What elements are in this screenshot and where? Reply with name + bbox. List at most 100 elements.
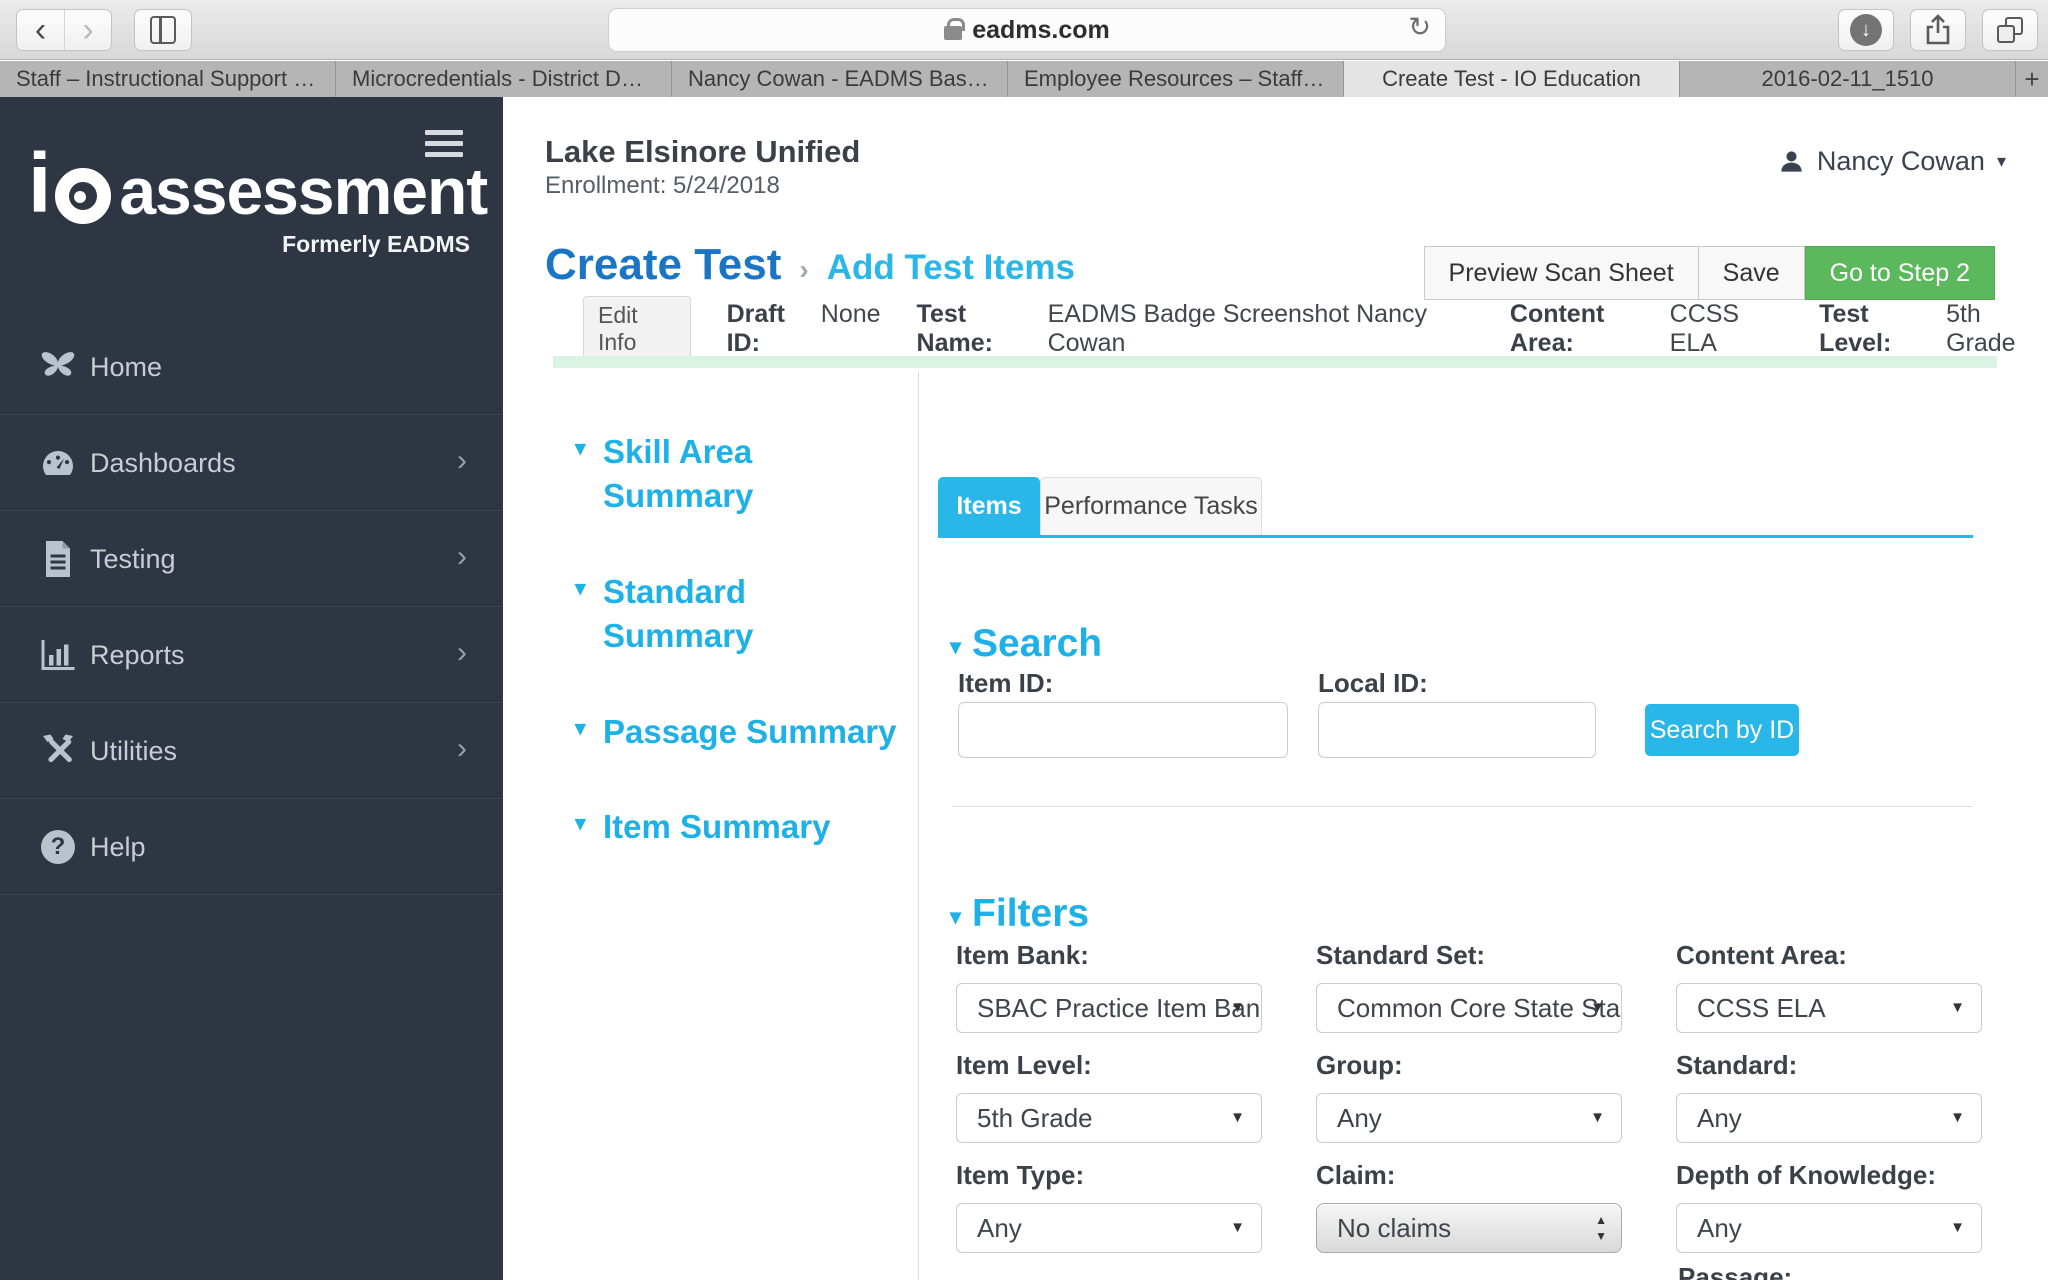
user-menu[interactable]: Nancy Cowan ▾ — [1778, 146, 2006, 177]
standard-select[interactable]: Any ▼ — [1676, 1093, 1982, 1143]
select-arrow-icon: ▼ — [1590, 1109, 1605, 1126]
local-id-input[interactable] — [1318, 702, 1596, 758]
browser-tab-microcredentials[interactable]: Microcredentials - District Dep... — [336, 61, 672, 97]
browser-tab-create-test-active[interactable]: Create Test - IO Education — [1344, 61, 1680, 97]
refresh-icon[interactable]: ↻ — [1408, 12, 1431, 43]
filter-label: Item Level: — [956, 1050, 1092, 1080]
header-actions: Preview Scan Sheet Save Go to Step 2 — [1423, 246, 1995, 300]
tab-items[interactable]: Items — [938, 477, 1040, 535]
go-to-step-2-button[interactable]: Go to Step 2 — [1804, 246, 1995, 300]
downloads-button[interactable]: ↓ — [1838, 9, 1894, 51]
bar-chart-icon — [38, 635, 78, 675]
enrollment-date: Enrollment: 5/24/2018 — [545, 172, 780, 199]
test-info-bar: Edit Info Draft ID: None Test Name: EADMS … — [583, 296, 2048, 362]
forward-button[interactable]: › — [63, 10, 111, 50]
page-subtitle: Add Test Items — [826, 248, 1076, 287]
search-by-id-button[interactable]: Search by ID — [1645, 704, 1799, 756]
tab-performance-tasks[interactable]: Performance Tasks — [1040, 477, 1262, 535]
browser-tab-screenshot-file[interactable]: 2016-02-11_1510 — [1680, 61, 2016, 97]
filter-content-area: Content Area: CCSS ELA ▼ — [1676, 940, 1982, 1033]
claim-select[interactable]: No claims ▲ ▼ — [1316, 1203, 1622, 1253]
share-button[interactable] — [1910, 9, 1966, 51]
edit-info-button[interactable]: Edit Info — [583, 296, 691, 362]
item-type-select[interactable]: Any ▼ — [956, 1203, 1262, 1253]
back-button[interactable]: ‹ — [17, 10, 64, 50]
download-icon: ↓ — [1850, 14, 1882, 46]
sidebar-nav: Home Dashboards › Testing › Reports › Ut… — [0, 319, 503, 895]
browser-toolbar: ‹ › eadms.com ↻ ↓ — [0, 0, 2048, 60]
sidebar-item-help[interactable]: ? Help — [0, 799, 503, 895]
filter-item-level: Item Level: 5th Grade ▼ — [956, 1050, 1262, 1143]
chevron-right-icon: › — [457, 636, 467, 669]
logo-tagline: Formerly EADMS — [282, 231, 470, 257]
search-section-header[interactable]: ▾ Search — [950, 622, 1102, 666]
document-icon — [38, 539, 78, 579]
app-sidebar: i assessment Formerly EADMS Home Dashboa… — [0, 97, 503, 1280]
select-arrow-icon: ▼ — [1950, 1219, 1965, 1236]
header-divider-bar — [553, 356, 1997, 368]
passage-summary-link[interactable]: ▾ Passage Summary — [575, 710, 905, 754]
skill-area-summary-link[interactable]: ▾ Skill Area Summary — [575, 430, 905, 518]
filters-heading: Filters — [972, 892, 1090, 935]
tools-icon — [38, 731, 78, 771]
content-area: Content Area: CCSS ELA — [1509, 300, 1740, 357]
sidebar-toggle-button[interactable] — [134, 9, 192, 51]
item-level-select[interactable]: 5th Grade ▼ — [956, 1093, 1262, 1143]
group-select[interactable]: Any ▼ — [1316, 1093, 1622, 1143]
standard-summary-link[interactable]: ▾ Standard Summary — [575, 570, 905, 658]
select-arrow-icon: ▼ — [1230, 1109, 1245, 1126]
caret-down-icon: ▾ — [575, 437, 586, 460]
butterfly-icon — [38, 347, 78, 387]
history-nav-group: ‹ › — [16, 9, 112, 51]
content-area-select[interactable]: CCSS ELA ▼ — [1676, 983, 1982, 1033]
standard-set-select[interactable]: Common Core State Stan ▼ — [1316, 983, 1622, 1033]
logo-aperture-icon — [55, 168, 112, 224]
filter-label: Item Bank: — [956, 940, 1089, 970]
local-id-label: Local ID: — [1318, 668, 1428, 698]
sidebar-item-testing[interactable]: Testing › — [0, 511, 503, 607]
user-name: Nancy Cowan — [1816, 146, 1985, 176]
sidebar-item-home[interactable]: Home — [0, 319, 503, 415]
passage-label: Passage: — [1678, 1262, 1793, 1280]
sidebar-item-label: Home — [90, 352, 163, 382]
item-id-input[interactable] — [958, 702, 1288, 758]
draft-id: Draft ID: None — [726, 300, 881, 357]
browser-tab-staff[interactable]: Staff – Instructional Support S... — [0, 61, 336, 97]
browser-tab-eadms-basics[interactable]: Nancy Cowan - EADMS Basics... — [672, 61, 1008, 97]
tab-overview-button[interactable] — [1982, 9, 2038, 51]
sidebar-item-dashboards[interactable]: Dashboards › — [0, 415, 503, 511]
filter-label: Standard: — [1676, 1050, 1798, 1080]
browser-tab-employee-resources[interactable]: Employee Resources – Staff –... — [1008, 61, 1344, 97]
column-divider — [918, 372, 919, 1280]
filters-section-header[interactable]: ▾ Filters — [950, 892, 1089, 936]
preview-scan-sheet-button[interactable]: Preview Scan Sheet — [1423, 246, 1699, 300]
district-name: Lake Elsinore Unified — [545, 134, 861, 169]
address-bar[interactable]: eadms.com ↻ — [608, 8, 1446, 52]
save-button[interactable]: Save — [1698, 246, 1805, 300]
sidebar-item-label: Help — [90, 832, 146, 862]
new-tab-button[interactable]: + — [2016, 61, 2048, 97]
filter-label: Claim: — [1316, 1160, 1396, 1190]
share-icon — [1926, 14, 1950, 45]
depth-of-knowledge-select[interactable]: Any ▼ — [1676, 1203, 1982, 1253]
item-summary-link[interactable]: ▾ Item Summary — [575, 805, 905, 849]
page-title: Create Test — [545, 240, 782, 289]
sidebar-item-label: Reports — [90, 640, 185, 670]
sidebar-item-reports[interactable]: Reports › — [0, 607, 503, 703]
filter-label: Content Area: — [1676, 940, 1847, 970]
back-icon: ‹ — [34, 11, 47, 49]
caret-down-icon: ▾ — [950, 904, 962, 929]
sidebar-panel-icon — [150, 16, 176, 44]
question-icon: ? — [38, 827, 78, 867]
filter-item-bank: Item Bank: SBAC Practice Item Bank ▼ — [956, 940, 1262, 1033]
section-divider — [952, 806, 1973, 807]
caret-down-icon: ▾ — [575, 716, 586, 740]
chevron-down-icon: ▾ — [1996, 151, 2006, 171]
gauge-icon — [38, 443, 78, 483]
filter-label: Standard Set: — [1316, 940, 1486, 970]
sidebar-item-utilities[interactable]: Utilities › — [0, 703, 503, 799]
filter-item-type: Item Type: Any ▼ — [956, 1160, 1262, 1253]
item-bank-select[interactable]: SBAC Practice Item Bank ▼ — [956, 983, 1262, 1033]
select-arrow-icon: ▼ — [1950, 999, 1965, 1016]
content-tab-bar: Items Performance Tasks — [938, 477, 1973, 538]
